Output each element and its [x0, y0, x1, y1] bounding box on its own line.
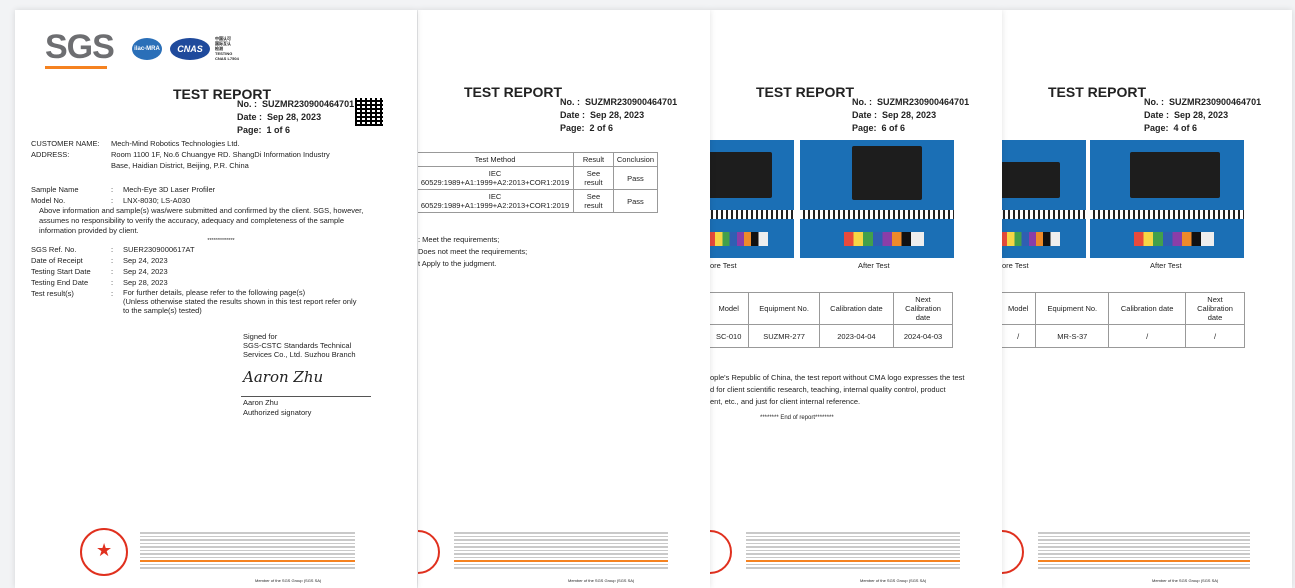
ilac-mra-logo: ilac-MRA: [132, 38, 162, 60]
before-test-photo: [1002, 140, 1086, 258]
table-row: IEC 60529:1989+A1:1999+A2:2013+COR1:2019 …: [418, 189, 659, 213]
table-header-row: Model Equipment No. Calibration date Next C…: [1002, 292, 1245, 325]
report-page-2[interactable]: TEST REPORT No. : SUZMR230900464701 Date…: [418, 10, 710, 588]
footer-member: Member of the SGS Group (SGS SA): [568, 578, 635, 583]
report-meta: No. : SUZMR230900464701 Date : Sep 28, 2…: [237, 99, 355, 135]
customer-block: CUSTOMER NAME: Mech-Mind Robotics Technol…: [31, 139, 330, 170]
report-page-1[interactable]: SGS ilac-MRA CNAS 中国认可 国际互认 检测 TESTING CNAS …: [15, 10, 417, 588]
signature-line: [241, 396, 371, 397]
table-row: IEC 60529:1989+A1:1999+A2:2013+COR1:2019 …: [418, 166, 659, 190]
report-meta: No. : SUZMR230900464701 Date : Sep 28, 2…: [1144, 97, 1262, 133]
dates-block: SGS Ref. No.: SUER2309000617AT Date of Re…: [31, 245, 357, 315]
report-title: TEST REPORT: [756, 84, 855, 100]
report-title: TEST REPORT: [1048, 84, 1147, 100]
footer-fine-print: [454, 530, 668, 571]
report-page-6[interactable]: TEST REPORT No. : SUZMR230900464701 Date…: [710, 10, 1002, 588]
footer-member: Member of the SGS Group (SGS SA): [1152, 578, 1219, 583]
footer-fine-print: [746, 530, 960, 571]
report-title: TEST REPORT: [464, 84, 563, 100]
sample-block: Sample Name: Mech-Eye 3D Laser Profiler M…: [31, 185, 364, 244]
table-row: / MR-S-37//: [1002, 324, 1245, 348]
signer: Aaron Zhu Authorized signatory: [243, 398, 312, 417]
signature: Aaron Zhu: [243, 368, 324, 386]
official-seal: [710, 530, 732, 574]
table-row: SC-010 SUZMR-277 2023-04-04 2024-04-03: [710, 324, 953, 348]
official-seal: [1002, 530, 1024, 574]
qr-code: [355, 98, 383, 126]
table-header-row: Model Equipment No. Calibration date Next C…: [710, 292, 953, 325]
official-seal: [418, 530, 440, 574]
cnas-caption: 中国认可 国际互认 检测 TESTING CNAS L7504: [215, 36, 239, 61]
official-seal: ★: [80, 528, 128, 576]
calibration-table: Model Equipment No. Calibration date Next C…: [1002, 292, 1245, 348]
after-test-caption: After Test: [858, 261, 890, 270]
footer-fine-print: [1038, 530, 1250, 571]
cma-note: ople's Republic of China, the test repor…: [710, 373, 965, 406]
report-meta: No. : SUZMR230900464701 Date : Sep 28, 2…: [852, 97, 970, 133]
report-meta: No. : SUZMR230900464701 Date : Sep 28, 2…: [560, 97, 678, 133]
after-test-photo: [800, 140, 954, 258]
footer-member: Member of the SGS Group (SGS SA): [860, 578, 927, 583]
footer-member: Member of the SGS Group (SGS SA): [255, 578, 322, 583]
after-test-photo: [1090, 140, 1244, 258]
legend-notes: : Meet the requirements; Does not meet th…: [418, 235, 528, 268]
test-method-table: Test Method Result Conclusion IEC 60529:198…: [418, 152, 659, 213]
table-header-row: Test Method Result Conclusion: [418, 152, 659, 167]
footer-fine-print: [140, 530, 355, 571]
before-test-caption: ore Test: [710, 261, 737, 270]
cnas-logo: CNAS: [170, 38, 210, 60]
end-of-report: ******** End of report********: [760, 415, 834, 421]
after-test-caption: After Test: [1150, 261, 1182, 270]
signed-for: Signed for SGS-CSTC Standards Technical Se…: [243, 332, 356, 359]
sgs-logo-underline: [45, 66, 107, 69]
calibration-table: Model Equipment No. Calibration date Next C…: [710, 292, 953, 348]
before-test-caption: ore Test: [1002, 261, 1029, 270]
before-test-photo: [710, 140, 794, 258]
sgs-logo: SGS: [45, 28, 115, 66]
report-page-4[interactable]: TEST REPORT No. : SUZMR230900464701 Date…: [1002, 10, 1292, 588]
